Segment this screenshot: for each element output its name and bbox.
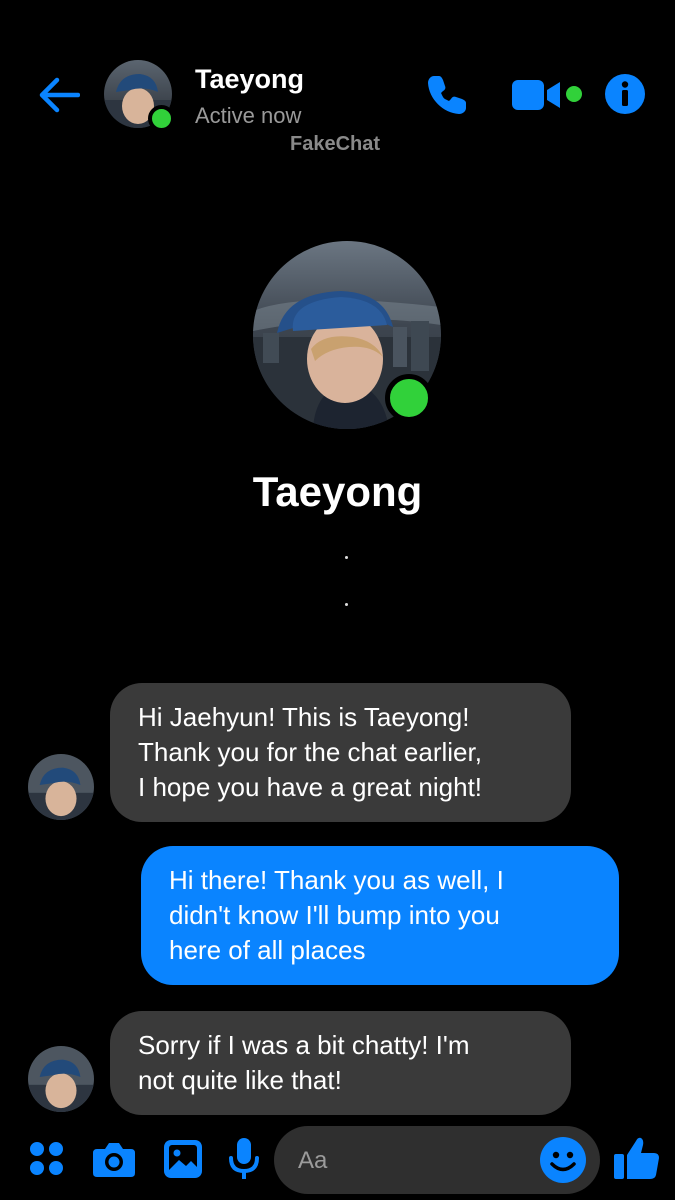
outgoing-message[interactable]: Hi there! Thank you as well, I didn't kn… — [141, 846, 619, 985]
sender-avatar[interactable] — [28, 1046, 94, 1112]
incoming-message[interactable]: Sorry if I was a bit chatty! I'm not qui… — [110, 1011, 571, 1115]
profile-avatar[interactable] — [253, 241, 441, 429]
video-active-dot — [566, 86, 582, 102]
separator-dot — [345, 603, 348, 606]
incoming-message[interactable]: Hi Jaehyun! This is Taeyong! Thank you f… — [110, 683, 571, 822]
avatar-image — [28, 754, 94, 820]
message-line: Hi there! Thank you as well, I — [169, 865, 504, 895]
message-line: Thank you for the chat earlier, — [138, 737, 482, 767]
message-line: didn't know I'll bump into you — [169, 900, 500, 930]
message-line: not quite like that! — [138, 1065, 342, 1095]
sender-avatar[interactable] — [28, 754, 94, 820]
message-line: Sorry if I was a bit chatty! I'm — [138, 1030, 470, 1060]
emoji-icon[interactable] — [540, 1137, 586, 1183]
active-status: Active now — [195, 103, 302, 128]
message-line: I hope you have a great night! — [138, 772, 483, 802]
message-composer[interactable] — [274, 1126, 600, 1194]
watermark: FakeChat — [290, 133, 381, 155]
microphone-icon[interactable] — [228, 1138, 260, 1180]
back-arrow-icon[interactable] — [38, 76, 80, 114]
online-indicator — [385, 374, 433, 422]
info-icon[interactable] — [605, 74, 645, 114]
online-indicator — [148, 105, 175, 132]
profile-name: Taeyong — [252, 468, 423, 515]
message-line: Hi Jaehyun! This is Taeyong! — [138, 702, 470, 732]
apps-icon[interactable] — [29, 1141, 65, 1177]
camera-icon[interactable] — [93, 1141, 135, 1177]
thumbs-up-icon[interactable] — [614, 1135, 660, 1181]
video-camera-icon[interactable] — [512, 78, 562, 112]
phone-icon[interactable] — [424, 72, 470, 118]
avatar-image — [28, 1046, 94, 1112]
contact-avatar[interactable] — [104, 60, 175, 132]
message-line: here of all places — [169, 935, 366, 965]
image-icon[interactable] — [164, 1140, 202, 1178]
separator-dot — [345, 556, 348, 559]
message-input[interactable] — [296, 1140, 530, 1182]
contact-name[interactable]: Taeyong — [195, 64, 304, 95]
